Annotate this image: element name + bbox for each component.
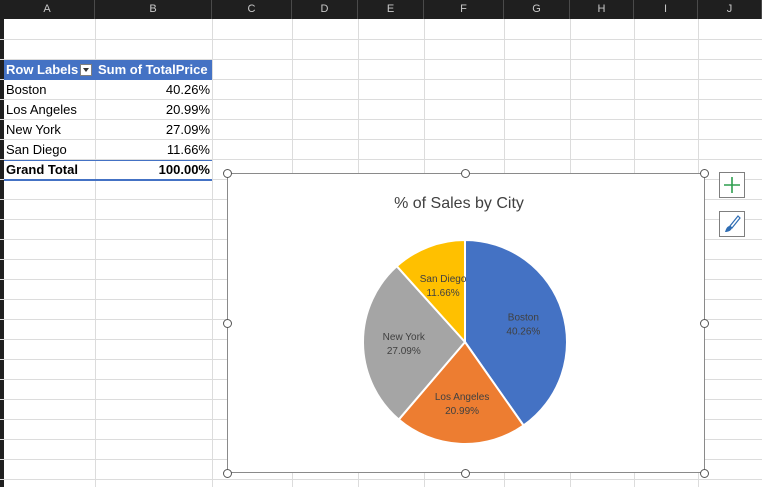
row-gridline [0,479,762,480]
data-label-category: Boston [508,313,539,324]
column-header-b[interactable]: B [95,0,212,19]
resize-handle-bottom-right[interactable] [700,469,709,478]
data-label-category: Los Angeles [435,392,490,403]
pie-chart: % of Sales by City Boston 40.26% Los Angel… [362,195,568,445]
grand-total-bottom-border [4,179,212,181]
pivot-row-labels-header[interactable]: Row Labels [6,60,79,80]
pivot-row-value[interactable]: 20.99% [96,100,210,119]
pivot-row-value[interactable]: 27.09% [96,120,210,139]
resize-handle-top-left[interactable] [223,169,232,178]
chart-title[interactable]: % of Sales by City [394,195,524,212]
data-label-category: New York [383,332,426,343]
pivot-row-label[interactable]: Boston [6,80,46,99]
filter-dropdown-button[interactable] [80,64,92,76]
plus-icon [724,177,740,193]
pivot-row-label[interactable]: New York [6,120,61,139]
column-header-d[interactable]: D [292,0,358,19]
column-header-h[interactable]: H [570,0,634,19]
chart-elements-button[interactable] [719,172,745,198]
spreadsheet: A B C D E F G H I J Row Labels Sum of To… [0,0,762,487]
column-gridline [212,19,213,487]
data-label-value: 11.66% [426,288,459,299]
resize-handle-top[interactable] [461,169,470,178]
data-label-category: San Diego [420,274,467,285]
pivot-value-header: Sum of TotalPrice [98,60,208,80]
resize-handle-left[interactable] [223,319,232,328]
chart-styles-button[interactable] [719,211,745,237]
pivot-row-value[interactable]: 11.66% [96,140,210,159]
pivot-row-label[interactable]: Los Angeles [6,100,77,119]
chart-area[interactable]: % of Sales by City Boston 40.26% Los Angel… [227,173,705,473]
grand-total-label[interactable]: Grand Total [6,160,78,179]
column-header-j[interactable]: J [698,0,762,19]
grand-total-value[interactable]: 100.00% [96,160,210,179]
column-header-a[interactable]: A [0,0,95,19]
resize-handle-top-right[interactable] [700,169,709,178]
data-label-value: 40.26% [506,327,540,338]
resize-handle-bottom[interactable] [461,469,470,478]
resize-handle-bottom-left[interactable] [223,469,232,478]
pivot-row-label[interactable]: San Diego [6,140,67,159]
paintbrush-icon [725,215,741,232]
column-header-f[interactable]: F [424,0,504,19]
data-label-value: 27.09% [387,346,421,357]
resize-handle-right[interactable] [700,319,709,328]
column-header-c[interactable]: C [212,0,292,19]
column-header-g[interactable]: G [504,0,570,19]
chevron-down-icon [83,68,89,72]
pivot-row-value[interactable]: 40.26% [96,80,210,99]
column-header-i[interactable]: I [634,0,698,19]
row-gridline [0,39,762,40]
row-header-strip [0,19,4,487]
column-header-e[interactable]: E [358,0,424,19]
data-label-value: 20.99% [445,406,479,417]
